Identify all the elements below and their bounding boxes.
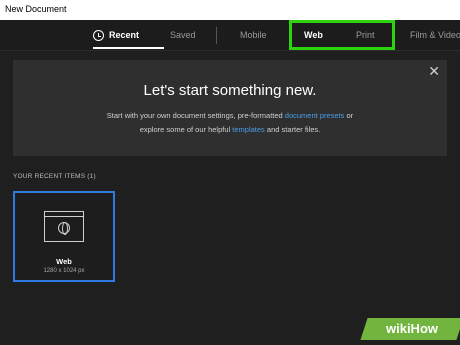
banner-text-line-1: Start with your own document settings, p…	[13, 111, 447, 120]
tab-mobile[interactable]: Mobile	[240, 20, 267, 51]
close-icon[interactable]: ✕	[428, 63, 440, 80]
banner-text: or	[344, 111, 354, 120]
web-document-icon	[44, 211, 84, 242]
tab-divider	[216, 27, 217, 44]
recent-item-name: Web	[56, 257, 72, 266]
window-title: New Document	[5, 4, 67, 14]
tab-film-video[interactable]: Film & Video	[410, 20, 460, 51]
recent-items-count: (1)	[87, 173, 96, 180]
web-print-highlight-box	[289, 20, 395, 50]
banner-text: explore some of our helpful	[139, 125, 233, 134]
active-tab-underline	[93, 47, 164, 49]
window-titlebar: New Document	[0, 0, 460, 20]
banner-headline: Let's start something new.	[143, 82, 317, 99]
banner-text: Start with your own document settings, p…	[106, 111, 285, 120]
document-presets-link[interactable]: document presets	[285, 111, 345, 120]
templates-link[interactable]: templates	[232, 125, 265, 134]
clock-icon	[93, 30, 104, 41]
recent-item-card[interactable]: Web 1280 x 1024 px	[13, 191, 115, 282]
recent-item-size: 1280 x 1024 px	[43, 268, 85, 274]
wikihow-watermark: wikiHow	[360, 318, 460, 340]
banner-text-line-2: explore some of our helpful templates an…	[13, 125, 447, 134]
banner-text: and starter files.	[264, 125, 321, 134]
watermark-text: wikiHow	[385, 321, 438, 336]
globe-icon	[58, 222, 70, 235]
recent-items-heading: YOUR RECENT ITEMS (1)	[13, 173, 96, 180]
recent-items-label: YOUR RECENT ITEMS	[13, 173, 86, 180]
welcome-banner: ✕ Let's start something new. Start with …	[13, 60, 447, 156]
tab-saved[interactable]: Saved	[170, 20, 196, 51]
